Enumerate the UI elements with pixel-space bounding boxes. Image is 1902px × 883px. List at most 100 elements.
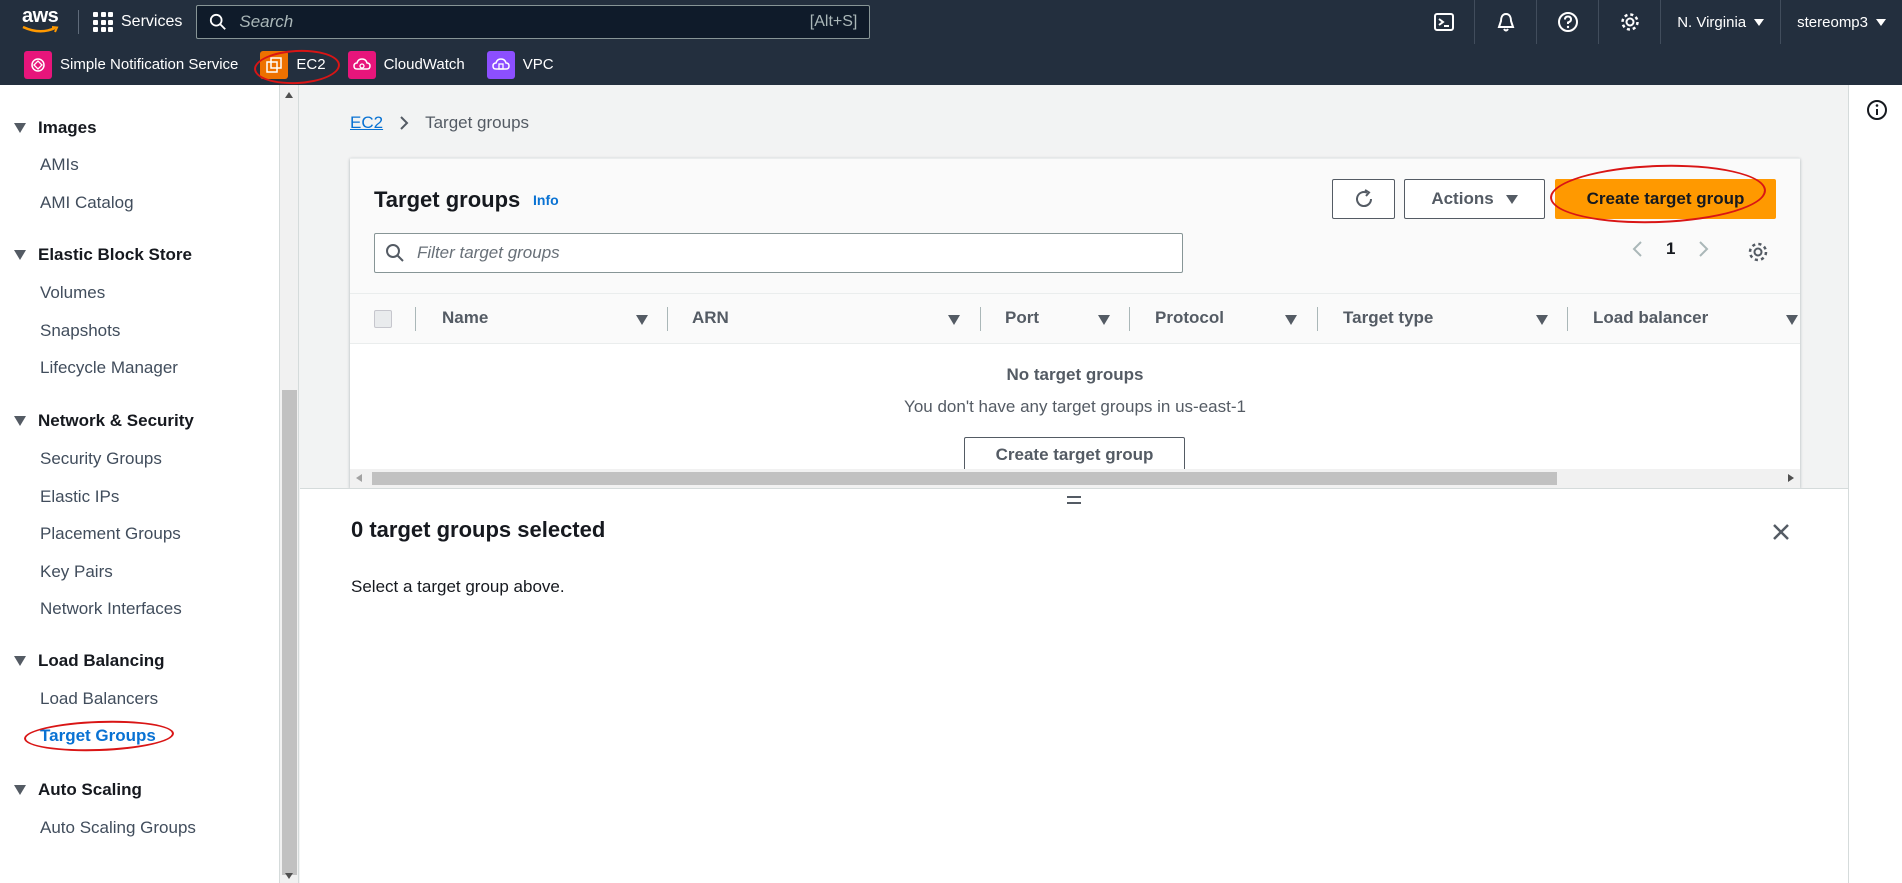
search-placeholder: Search <box>239 12 294 31</box>
cloudshell-icon <box>1433 13 1454 31</box>
info-icon[interactable] <box>1866 99 1888 121</box>
close-icon[interactable] <box>1770 521 1792 543</box>
bell-icon <box>1497 12 1515 32</box>
favorites-bar: Simple Notification Service EC2 CloudWat… <box>0 44 1902 85</box>
scrollbar-thumb[interactable] <box>282 390 297 875</box>
sidebar-item-volumes[interactable]: Volumes <box>40 283 105 303</box>
sidebar-item-key-pairs[interactable]: Key Pairs <box>40 562 113 582</box>
account-menu[interactable]: stereomp3 <box>1781 0 1902 44</box>
sidebar-section-images[interactable]: Images <box>14 118 97 138</box>
breadcrumb-current: Target groups <box>425 113 530 132</box>
create-target-group-empty-button[interactable]: Create target group <box>964 437 1185 473</box>
notifications-button[interactable] <box>1475 0 1538 44</box>
chevron-right-icon <box>400 116 409 130</box>
favorite-ec2[interactable]: EC2 <box>260 50 326 79</box>
sidebar-section-ebs[interactable]: Elastic Block Store <box>14 245 192 265</box>
scroll-left-icon[interactable] <box>356 474 362 482</box>
sidebar-item-auto-scaling-groups[interactable]: Auto Scaling Groups <box>40 818 196 838</box>
scrollbar-thumb[interactable] <box>372 472 1557 485</box>
top-navigation: aws Services Search [Alt+S] N. Virginia <box>0 0 1902 44</box>
sidebar-item-target-groups[interactable]: Target Groups <box>40 726 156 746</box>
sidebar-item-lifecycle-manager[interactable]: Lifecycle Manager <box>40 358 178 378</box>
search-input[interactable]: Search [Alt+S] <box>196 5 871 39</box>
split-panel: 0 target groups selected Select a target… <box>300 488 1848 883</box>
sort-icon[interactable] <box>1536 315 1548 325</box>
refresh-icon <box>1355 189 1372 208</box>
sort-icon[interactable] <box>1786 315 1798 325</box>
scroll-up-icon[interactable] <box>285 92 293 98</box>
sort-icon[interactable] <box>1098 315 1110 325</box>
caret-down-icon <box>14 416 26 426</box>
search-icon <box>386 244 404 262</box>
actions-label: Actions <box>1431 189 1494 208</box>
sort-icon[interactable] <box>636 315 648 325</box>
column-port[interactable]: Port <box>1005 308 1039 328</box>
table-column-headers: Name ARN Port Protocol Target type Load … <box>350 294 1800 344</box>
drag-handle-icon[interactable] <box>1066 495 1082 505</box>
filter-input[interactable]: Filter target groups <box>374 233 1183 273</box>
favorite-sns[interactable]: Simple Notification Service <box>24 50 239 79</box>
sidebar-item-amis[interactable]: AMIs <box>40 155 79 175</box>
page-number[interactable]: 1 <box>1666 239 1675 259</box>
sidebar-section-network-security[interactable]: Network & Security <box>14 411 194 431</box>
settings-button[interactable] <box>1599 0 1662 44</box>
column-protocol[interactable]: Protocol <box>1155 308 1224 328</box>
sort-icon[interactable] <box>1285 315 1297 325</box>
sidebar-item-placement-groups[interactable]: Placement Groups <box>40 524 181 544</box>
column-target-type[interactable]: Target type <box>1343 308 1433 328</box>
sidebar-item-load-balancers[interactable]: Load Balancers <box>40 689 158 709</box>
table-settings-icon[interactable] <box>1746 240 1770 264</box>
page-title: Target groups <box>374 187 521 212</box>
sidebar-item-elastic-ips[interactable]: Elastic IPs <box>40 487 119 507</box>
services-menu[interactable]: Services <box>93 12 182 32</box>
caret-down-icon <box>14 250 26 260</box>
column-load-balancer[interactable]: Load balancer <box>1593 308 1708 328</box>
table-horizontal-scrollbar[interactable] <box>350 469 1800 488</box>
sidebar-item-network-interfaces[interactable]: Network Interfaces <box>40 599 182 619</box>
favorite-label: VPC <box>522 56 554 73</box>
info-link[interactable]: Info <box>533 192 559 208</box>
actions-button[interactable]: Actions <box>1404 179 1545 219</box>
chevron-left-icon[interactable] <box>1630 239 1646 259</box>
sidebar-item-snapshots[interactable]: Snapshots <box>40 321 120 341</box>
sidebar-section-load-balancing[interactable]: Load Balancing <box>14 651 165 671</box>
split-panel-text: Select a target group above. <box>351 577 565 596</box>
sidebar-scrollbar[interactable] <box>280 85 299 883</box>
breadcrumb-ec2[interactable]: EC2 <box>350 113 383 133</box>
aws-logo[interactable]: aws <box>20 0 76 44</box>
pagination: 1 <box>1630 239 1711 259</box>
account-label: stereomp3 <box>1797 13 1868 31</box>
empty-state-title: No target groups <box>1006 365 1144 384</box>
create-target-group-button[interactable]: Create target group <box>1555 179 1776 219</box>
scroll-right-icon[interactable] <box>1788 474 1794 482</box>
sidebar-item-ami-catalog[interactable]: AMI Catalog <box>40 193 134 213</box>
ec2-icon <box>260 50 289 79</box>
cloudwatch-icon <box>347 50 376 79</box>
select-all-checkbox[interactable] <box>374 310 392 328</box>
favorite-cloudwatch[interactable]: CloudWatch <box>347 50 465 79</box>
column-name[interactable]: Name <box>442 308 488 328</box>
caret-down-icon <box>14 656 26 666</box>
region-selector[interactable]: N. Virginia <box>1661 0 1782 44</box>
help-button[interactable] <box>1537 0 1600 44</box>
search-icon <box>210 13 227 30</box>
empty-state-description: You don't have any target groups in us-e… <box>904 397 1246 416</box>
sns-icon <box>24 50 52 79</box>
divider <box>78 10 79 34</box>
breadcrumb: EC2 Target groups <box>350 113 529 133</box>
aws-smile-icon <box>22 26 59 33</box>
sidebar-section-auto-scaling[interactable]: Auto Scaling <box>14 780 142 800</box>
favorite-vpc[interactable]: VPC <box>486 50 554 79</box>
favorite-label: Simple Notification Service <box>60 56 239 73</box>
caret-down-icon <box>14 785 26 795</box>
services-label: Services <box>121 13 183 30</box>
sort-icon[interactable] <box>948 315 960 325</box>
scroll-down-icon[interactable] <box>285 873 293 879</box>
chevron-right-icon[interactable] <box>1695 239 1711 259</box>
sidebar-item-security-groups[interactable]: Security Groups <box>40 449 162 469</box>
caret-down-icon <box>14 123 26 133</box>
refresh-button[interactable] <box>1332 179 1395 219</box>
column-arn[interactable]: ARN <box>692 308 729 328</box>
cloudshell-button[interactable] <box>1413 0 1476 44</box>
favorite-label: CloudWatch <box>383 56 465 73</box>
